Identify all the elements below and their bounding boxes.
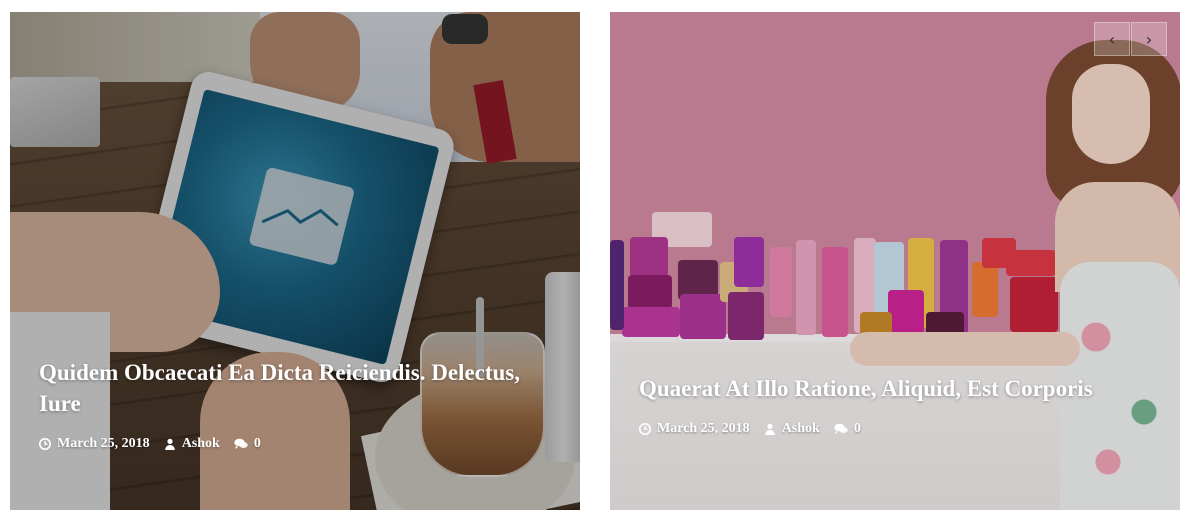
post-date[interactable]: March 25, 2018 <box>639 421 750 437</box>
clock-icon <box>639 423 651 435</box>
chevron-right-icon: › <box>1145 29 1153 49</box>
post-author-label: Ashok <box>781 421 820 436</box>
comments-icon <box>834 423 848 434</box>
post-author[interactable]: Ashok <box>764 421 820 437</box>
chevron-left-icon: ‹ <box>1108 29 1116 49</box>
post-comments-count: 0 <box>853 421 861 436</box>
user-icon <box>164 438 175 450</box>
post-card[interactable]: Quidem Obcaecati Ea Dicta Reiciendis. De… <box>10 12 580 510</box>
post-author[interactable]: Ashok <box>164 436 220 452</box>
post-comments[interactable]: 0 <box>234 436 261 452</box>
slider-next-button[interactable]: › <box>1131 22 1167 56</box>
clock-icon <box>39 438 51 450</box>
comments-icon <box>234 438 248 449</box>
post-date-label: March 25, 2018 <box>657 421 750 436</box>
post-title[interactable]: Quaerat At Illo Ratione, Aliquid, Est Co… <box>639 373 1159 404</box>
post-card[interactable]: ‹ › Quaerat At Illo Ratione, Aliquid, Es… <box>610 12 1180 510</box>
post-meta: March 25, 2018 Ashok 0 <box>639 421 875 437</box>
user-icon <box>764 423 775 435</box>
post-title[interactable]: Quidem Obcaecati Ea Dicta Reiciendis. De… <box>39 357 559 419</box>
slider-prev-button[interactable]: ‹ <box>1094 22 1130 56</box>
post-meta: March 25, 2018 Ashok 0 <box>39 436 275 452</box>
post-comments-count: 0 <box>253 436 261 451</box>
post-comments[interactable]: 0 <box>834 421 861 437</box>
post-date-label: March 25, 2018 <box>57 436 150 451</box>
post-date[interactable]: March 25, 2018 <box>39 436 150 452</box>
post-author-label: Ashok <box>181 436 220 451</box>
